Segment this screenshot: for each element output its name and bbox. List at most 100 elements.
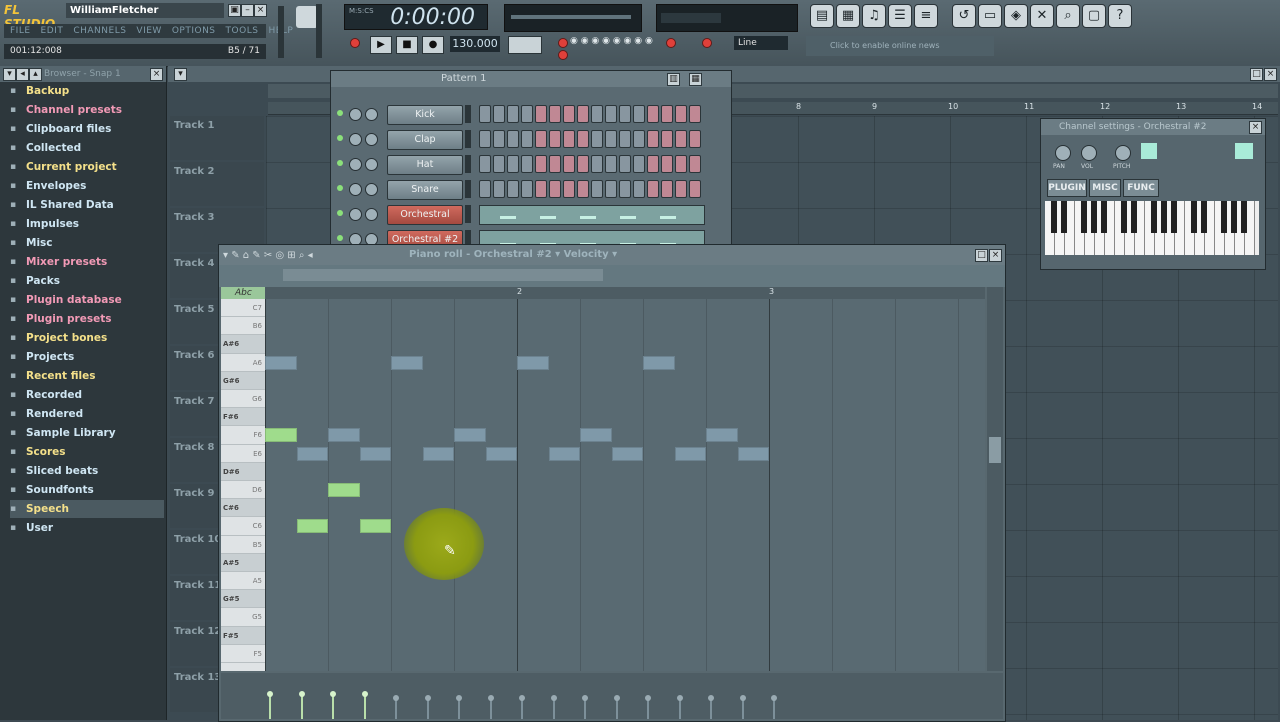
step-button[interactable] <box>689 105 701 123</box>
step-button[interactable] <box>493 180 505 198</box>
piano-key-label[interactable]: E6 <box>221 445 265 463</box>
black-key[interactable] <box>1191 201 1197 233</box>
piano-key-label[interactable]: F#5 <box>221 626 265 645</box>
channel-button[interactable]: Snare <box>387 180 463 200</box>
step-button[interactable] <box>591 180 603 198</box>
piano-roll-close-icon[interactable]: × <box>989 249 1002 262</box>
channel-button[interactable]: Clap <box>387 130 463 150</box>
piano-roll-note[interactable] <box>296 446 328 461</box>
black-key[interactable] <box>1081 201 1087 233</box>
step-button[interactable] <box>549 155 561 173</box>
channel-mute-led[interactable] <box>337 135 343 141</box>
step-button[interactable] <box>521 105 533 123</box>
stop-button[interactable]: ■ <box>396 36 418 54</box>
channel-select-indicator[interactable] <box>465 105 471 123</box>
step-button[interactable] <box>577 180 589 198</box>
piano-roll-vertical-scrollbar[interactable] <box>987 287 1003 671</box>
channel-mute-led[interactable] <box>337 160 343 166</box>
step-button[interactable] <box>563 180 575 198</box>
fx-slot-icon[interactable] <box>1235 143 1253 159</box>
black-key[interactable] <box>1171 201 1177 233</box>
black-key[interactable] <box>1231 201 1237 233</box>
master-volume-slider[interactable] <box>316 4 322 58</box>
velocity-bar[interactable] <box>426 699 429 719</box>
channel-mute-led[interactable] <box>337 110 343 116</box>
step-button[interactable] <box>619 105 631 123</box>
piano-key-label[interactable]: A#6 <box>221 335 265 354</box>
channel-select-indicator[interactable] <box>465 180 471 198</box>
step-button[interactable] <box>479 180 491 198</box>
channel-preview-icon[interactable] <box>1141 143 1157 159</box>
play-button[interactable]: ▶ <box>370 36 392 54</box>
step-button[interactable] <box>675 180 687 198</box>
browser-item[interactable]: ▪ Plugin presets <box>10 310 164 328</box>
step-button[interactable] <box>591 105 603 123</box>
browser-item[interactable]: ▪ Impulses <box>10 215 164 233</box>
browser-item[interactable]: ▪ Projects <box>10 348 164 366</box>
channel-volume-knob[interactable] <box>365 183 378 196</box>
channel-button[interactable]: Orchestral <box>387 205 463 225</box>
velocity-handle[interactable] <box>298 691 305 697</box>
browser-item[interactable]: ▪ IL Shared Data <box>10 196 164 214</box>
piano-roll-note[interactable] <box>265 428 297 443</box>
browser-item[interactable]: ▪ Plugin database <box>10 291 164 309</box>
menu-view[interactable]: VIEW <box>136 24 161 38</box>
channel-button[interactable]: Hat <box>387 155 463 175</box>
piano-roll-note[interactable] <box>580 428 612 443</box>
velocity-handle[interactable] <box>393 695 399 701</box>
velocity-bar[interactable] <box>395 699 397 719</box>
piano-roll-note[interactable] <box>454 428 486 443</box>
piano-keyboard[interactable]: C7 B6 A#6 A6 G#6 G6 F#6 F6 E6 D#6 D6 C#6 C6 B5 A#5 A5 G#… <box>221 299 265 671</box>
channel-select-indicator[interactable] <box>465 155 471 173</box>
step-button[interactable] <box>563 130 575 148</box>
velocity-handle[interactable] <box>361 691 368 697</box>
step-sequencer-icon[interactable]: ▦ <box>836 4 860 28</box>
step-button[interactable] <box>507 180 519 198</box>
mixer-icon[interactable]: ≡ <box>914 4 938 28</box>
browser-item[interactable]: ▪ Envelopes <box>10 177 164 195</box>
piano-roll-target[interactable]: Velocity <box>564 249 609 260</box>
window-menu-icon[interactable]: ▣ <box>228 4 241 17</box>
step-button[interactable] <box>619 130 631 148</box>
black-key[interactable] <box>1091 201 1097 233</box>
browser-item[interactable]: ▪ Packs <box>10 272 164 290</box>
velocity-bar[interactable] <box>584 699 586 719</box>
step-button[interactable] <box>605 130 617 148</box>
velocity-handle[interactable] <box>267 691 273 697</box>
menu-file[interactable]: FILE <box>10 24 31 38</box>
step-button[interactable] <box>535 130 547 148</box>
piano-key-label[interactable]: D#6 <box>221 462 265 481</box>
step-button[interactable] <box>647 180 659 198</box>
volume-knob[interactable] <box>1081 145 1097 161</box>
tab-plugin[interactable]: PLUGIN <box>1047 179 1087 197</box>
velocity-handle[interactable] <box>456 695 462 701</box>
velocity-handle[interactable] <box>645 695 651 701</box>
step-button[interactable] <box>479 155 491 173</box>
close-icon[interactable]: × <box>254 4 267 17</box>
velocity-bar[interactable] <box>332 695 334 719</box>
step-button[interactable] <box>661 180 673 198</box>
piano-key-label[interactable]: G6 <box>221 390 265 409</box>
piano-roll-maximize-icon[interactable]: □ <box>975 249 988 262</box>
piano-key-label[interactable]: G5 <box>221 608 265 627</box>
keyboard-editor-icon[interactable]: ▦ <box>689 73 702 86</box>
menu-tools[interactable]: TOOLS <box>226 24 259 38</box>
tools-icon[interactable]: ✕ <box>1030 4 1054 28</box>
step-button[interactable] <box>633 105 645 123</box>
velocity-bar[interactable] <box>615 699 618 719</box>
step-button[interactable] <box>675 130 687 148</box>
document-icon[interactable]: ▢ <box>1082 4 1106 28</box>
piano-key-label[interactable]: F#6 <box>221 408 265 427</box>
step-button[interactable] <box>507 105 519 123</box>
browser-item[interactable]: ▪ Sample Library <box>10 424 164 442</box>
step-button[interactable] <box>507 155 519 173</box>
step-button[interactable] <box>633 130 645 148</box>
menu-options[interactable]: OPTIONS <box>172 24 216 38</box>
browser-item[interactable]: ▪ Mixer presets <box>10 253 164 271</box>
browser-item[interactable]: ▪ Current project <box>10 158 164 176</box>
piano-roll-note[interactable] <box>296 519 328 534</box>
step-button[interactable] <box>493 155 505 173</box>
piano-roll-note[interactable] <box>643 355 675 370</box>
channel-pan-knob[interactable] <box>349 158 362 171</box>
browser-item[interactable]: ▪ Channel presets <box>10 101 164 119</box>
